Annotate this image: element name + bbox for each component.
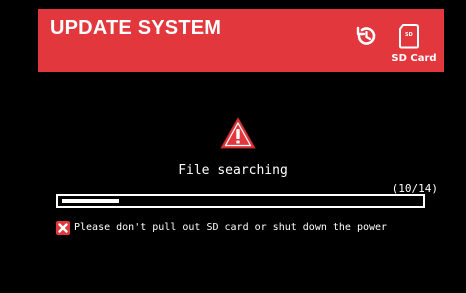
status-message: File searching — [178, 163, 288, 178]
sd-icon-text: SD — [405, 32, 413, 38]
sd-card-label: SD Card — [391, 53, 437, 64]
warning-triangle-icon — [220, 117, 256, 149]
update-screen: UPDATE SYSTEM SD SD Card File searching … — [0, 0, 466, 293]
header-bar: UPDATE SYSTEM SD SD Card — [38, 9, 444, 72]
progress-fill — [62, 199, 119, 203]
notice-text: Please don't pull out SD card or shut do… — [74, 222, 388, 233]
sd-card-button[interactable]: SD — [398, 23, 420, 49]
history-button[interactable] — [353, 23, 379, 49]
page-title: UPDATE SYSTEM — [50, 17, 222, 39]
progress-bar — [56, 194, 425, 208]
history-icon — [356, 26, 376, 45]
sd-card-icon: SD — [399, 24, 419, 49]
close-x-icon — [56, 221, 70, 235]
